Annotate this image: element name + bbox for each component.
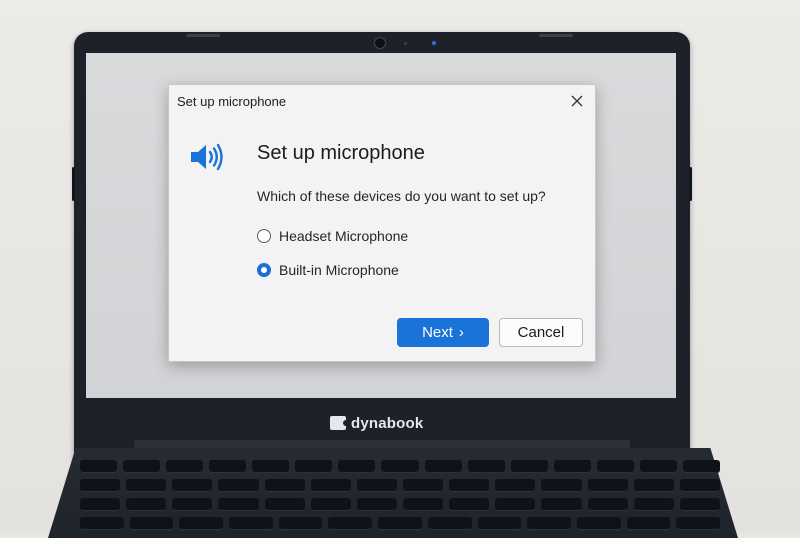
key[interactable] <box>80 460 118 473</box>
key[interactable] <box>449 498 490 511</box>
dialog-title: Set up microphone <box>177 94 287 109</box>
key[interactable] <box>381 460 419 473</box>
key[interactable] <box>587 498 628 511</box>
radio-button-checked[interactable] <box>257 263 271 277</box>
dialog-titlebar: Set up microphone <box>169 85 595 117</box>
close-icon <box>571 95 583 107</box>
lid-bumper-left <box>186 34 220 37</box>
key[interactable] <box>427 517 472 530</box>
brand-name: dynabook <box>351 414 424 432</box>
key[interactable] <box>402 479 444 492</box>
lid-bumper-right <box>539 34 573 37</box>
key[interactable] <box>218 479 259 492</box>
key[interactable] <box>679 498 720 511</box>
key[interactable] <box>676 517 720 530</box>
key[interactable] <box>126 479 167 492</box>
chevron-right-icon: › <box>458 324 464 341</box>
key[interactable] <box>477 517 522 530</box>
key[interactable] <box>626 517 671 530</box>
key[interactable] <box>510 460 548 473</box>
key-row <box>80 460 720 473</box>
key[interactable] <box>229 517 273 530</box>
key-row <box>80 498 720 511</box>
radio-option-built-in[interactable]: Built-in Microphone <box>257 262 399 278</box>
keyboard <box>80 460 720 536</box>
key-row <box>80 479 720 492</box>
speaker-icon <box>191 143 223 171</box>
key[interactable] <box>527 517 571 530</box>
key[interactable] <box>541 479 582 492</box>
key[interactable] <box>467 460 505 473</box>
key[interactable] <box>310 479 351 492</box>
key[interactable] <box>264 498 305 511</box>
radio-option-headset[interactable]: Headset Microphone <box>257 228 408 244</box>
key[interactable] <box>553 460 591 473</box>
key[interactable] <box>166 460 204 473</box>
key[interactable] <box>172 498 213 511</box>
key[interactable] <box>264 479 305 492</box>
key[interactable] <box>679 479 720 492</box>
key[interactable] <box>576 517 621 530</box>
next-label: Next <box>422 324 453 341</box>
dialog-heading: Set up microphone <box>257 142 425 164</box>
key[interactable] <box>495 479 536 492</box>
radio-button-unchecked[interactable] <box>257 229 271 243</box>
key[interactable] <box>633 498 674 511</box>
key[interactable] <box>328 517 373 530</box>
key[interactable] <box>378 517 422 530</box>
key[interactable] <box>172 479 213 492</box>
key[interactable] <box>80 498 121 511</box>
key[interactable] <box>587 479 628 492</box>
key[interactable] <box>639 460 677 473</box>
key[interactable] <box>310 498 351 511</box>
key[interactable] <box>356 479 397 492</box>
key[interactable] <box>80 479 121 492</box>
key-row <box>80 517 720 530</box>
key[interactable] <box>449 479 490 492</box>
key[interactable] <box>218 498 259 511</box>
key[interactable] <box>338 460 376 473</box>
key[interactable] <box>495 498 536 511</box>
key[interactable] <box>129 517 174 530</box>
brand-mark-icon <box>330 416 349 430</box>
key[interactable] <box>209 460 247 473</box>
key[interactable] <box>541 498 582 511</box>
setup-question: Which of these devices do you want to se… <box>257 188 546 204</box>
side-edge-left <box>72 167 75 201</box>
brand-logo: dynabook <box>330 413 423 433</box>
key[interactable] <box>356 498 397 511</box>
key[interactable] <box>682 460 720 473</box>
radio-label: Built-in Microphone <box>279 262 399 278</box>
camera-sensor <box>404 42 407 45</box>
key[interactable] <box>126 498 167 511</box>
key[interactable] <box>123 460 161 473</box>
cancel-button[interactable]: Cancel <box>499 318 583 347</box>
close-button[interactable] <box>565 89 589 113</box>
camera-indicator-light <box>432 41 436 45</box>
key[interactable] <box>179 517 224 530</box>
key[interactable] <box>633 479 674 492</box>
key[interactable] <box>80 517 124 530</box>
setup-microphone-dialog: Set up microphone Set up microphone Whic… <box>168 84 596 362</box>
key[interactable] <box>252 460 290 473</box>
key[interactable] <box>295 460 333 473</box>
radio-label: Headset Microphone <box>279 228 409 244</box>
key[interactable] <box>278 517 323 530</box>
next-button[interactable]: Next › <box>397 318 489 347</box>
key[interactable] <box>402 498 444 511</box>
key[interactable] <box>424 460 462 473</box>
side-edge-right <box>689 167 692 201</box>
key[interactable] <box>596 460 634 473</box>
webcam <box>374 37 386 49</box>
